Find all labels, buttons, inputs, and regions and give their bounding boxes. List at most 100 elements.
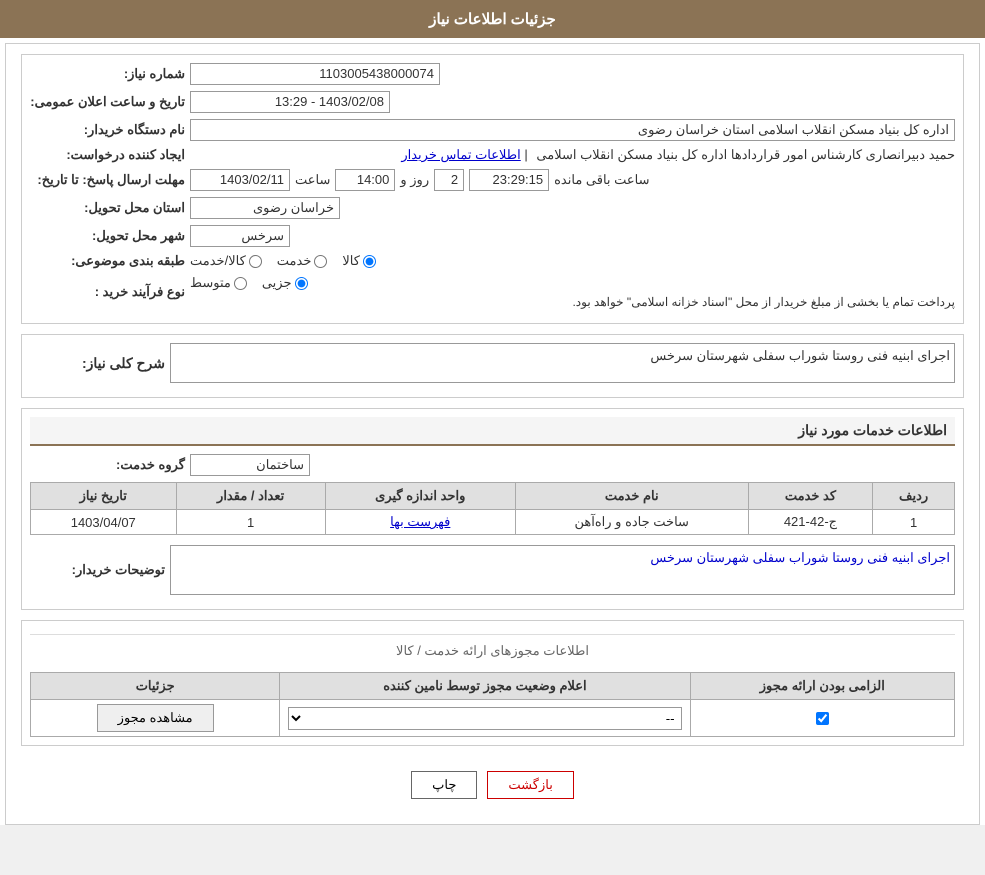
radio-kala: کالا xyxy=(342,253,376,269)
footer-buttons: بازگشت چاپ xyxy=(21,756,964,814)
mohlat-label: مهلت ارسال پاسخ: تا تاریخ: xyxy=(30,172,190,188)
radio-motavaset-input[interactable] xyxy=(234,277,247,290)
mohlat-row: مهلت ارسال پاسخ: تا تاریخ: 1403/02/11 سا… xyxy=(30,169,955,191)
ijad-label: ایجاد کننده درخواست: xyxy=(30,147,190,163)
namdastgah-label: نام دستگاه خریدار: xyxy=(30,122,190,138)
shomara-row: شماره نیاز: 1103005438000074 xyxy=(30,63,955,85)
ostan-value: خراسان رضوی xyxy=(190,197,340,219)
th-vahed: واحد اندازه گیری xyxy=(325,483,515,510)
radio-jazii-input[interactable] xyxy=(295,277,308,290)
cell-tedad: 1 xyxy=(176,510,325,535)
baqi-label: ساعت باقی مانده xyxy=(554,172,649,188)
rooz-label: روز و xyxy=(400,172,429,188)
radio-kala-khadamat-input[interactable] xyxy=(249,255,262,268)
tarikh-row: تاریخ و ساعت اعلان عمومی: 1403/02/08 - 1… xyxy=(30,91,955,113)
shomara-label: شماره نیاز: xyxy=(30,66,190,82)
sharh-label: شرح کلی نیاز: xyxy=(30,355,170,372)
table-row: 1 ج-42-421 ساخت جاده و راه‌آهن فهرست بها… xyxy=(31,510,955,535)
shomara-value: 1103005438000074 xyxy=(190,63,440,85)
namdastgah-row: نام دستگاه خریدار: اداره کل بنیاد مسکن ا… xyxy=(30,119,955,141)
print-button[interactable]: چاپ xyxy=(411,771,477,799)
tarikh-value: 1403/02/08 - 13:29 xyxy=(190,91,390,113)
baqi-box: 23:29:15 xyxy=(469,169,549,191)
jazii-label: جزیی xyxy=(262,275,292,291)
cell-nam: ساخت جاده و راه‌آهن xyxy=(515,510,748,535)
th-nam: نام خدمت xyxy=(515,483,748,510)
radio-motavaset: متوسط xyxy=(190,275,247,291)
page-wrapper: جزئیات اطلاعات نیاز شماره نیاز: 11030054… xyxy=(0,0,985,825)
nooe-radio-group: متوسط جزیی xyxy=(190,275,955,291)
kala-khadamat-label: کالا/خدمت xyxy=(190,253,246,269)
basic-info-section: شماره نیاز: 1103005438000074 تاریخ و ساع… xyxy=(21,54,964,324)
th-radif: ردیف xyxy=(873,483,955,510)
shahr-row: شهر محل تحویل: سرخس xyxy=(30,225,955,247)
motavaset-label: متوسط xyxy=(190,275,231,291)
main-content: شماره نیاز: 1103005438000074 تاریخ و ساع… xyxy=(5,43,980,825)
tozihat-row: توضیحات خریدار: اجرای ابنیه فنی روستا شو… xyxy=(30,545,955,595)
th-vaziat: اعلام وضعیت مجوز توسط نامین کننده xyxy=(280,673,690,700)
tabaqe-row: طبقه بندی موضوعی: کالا/خدمت خدمت کالا xyxy=(30,253,955,269)
tozihat-value: اجرای ابنیه فنی روستا شوراب سفلی شهرستان… xyxy=(170,545,955,595)
saaat-box: 14:00 xyxy=(335,169,395,191)
nooe-note: پرداخت تمام یا بخشی از مبلغ خریدار از مح… xyxy=(190,295,955,309)
khadamat-label: خدمت xyxy=(277,253,312,269)
saaat-label: ساعت xyxy=(295,172,330,188)
sharh-section: شرح کلی نیاز: اجرای ابنیه فنی روستا شورا… xyxy=(21,334,964,398)
khadamat-table: ردیف کد خدمت نام خدمت واحد اندازه گیری ت… xyxy=(30,482,955,535)
mojooz-row: -- مشاهده مجوز xyxy=(31,700,955,737)
mojooz-section: اطلاعات مجوزهای ارائه خدمت / کالا الزامی… xyxy=(21,620,964,746)
radio-khadamat: خدمت xyxy=(277,253,328,269)
rooz-box: 2 xyxy=(434,169,464,191)
mojooz-divider: اطلاعات مجوزهای ارائه خدمت / کالا xyxy=(30,634,955,667)
khadamat-section: اطلاعات خدمات مورد نیاز گروه خدمت: ساختم… xyxy=(21,408,964,610)
cell-vahed: فهرست بها xyxy=(325,510,515,535)
namdastgah-value: اداره کل بنیاد مسکن انقلاب اسلامی استان … xyxy=(190,119,955,141)
mojooz-table: الزامی بودن ارائه مجوز اعلام وضعیت مجوز … xyxy=(30,672,955,737)
back-button[interactable]: بازگشت xyxy=(487,771,573,799)
th-tedad: تعداد / مقدار xyxy=(176,483,325,510)
ostan-label: استان محل تحویل: xyxy=(30,200,190,216)
elzami-cell xyxy=(690,700,954,737)
mojooz-header-row: الزامی بودن ارائه مجوز اعلام وضعیت مجوز … xyxy=(31,673,955,700)
kala-label: کالا xyxy=(342,253,360,269)
tabaqe-label: طبقه بندی موضوعی: xyxy=(30,253,190,269)
cell-kod: ج-42-421 xyxy=(748,510,873,535)
elzami-checkbox-wrapper xyxy=(699,712,946,725)
sharh-value: اجرای ابنیه فنی روستا شوراب سفلی شهرستان… xyxy=(170,343,955,383)
ostan-row: استان محل تحویل: خراسان رضوی xyxy=(30,197,955,219)
ijad-row: ایجاد کننده درخواست: حمید دبیرانصاری کار… xyxy=(30,147,955,163)
ijad-value: حمید دبیرانصاری کارشناس امور قراردادها ا… xyxy=(536,147,955,162)
radio-kala-khadamat: کالا/خدمت xyxy=(190,253,262,269)
header-title: جزئیات اطلاعات نیاز xyxy=(429,11,556,28)
vaziat-cell: -- xyxy=(280,700,690,737)
radio-kala-input[interactable] xyxy=(363,255,376,268)
cell-radif: 1 xyxy=(873,510,955,535)
th-tarikh: تاریخ نیاز xyxy=(31,483,177,510)
date1-box: 1403/02/11 xyxy=(190,169,290,191)
radio-jazii: جزیی xyxy=(262,275,308,291)
mojooz-view-button[interactable]: مشاهده مجوز xyxy=(97,704,214,732)
th-elzami: الزامی بودن ارائه مجوز xyxy=(690,673,954,700)
th-kod: کد خدمت xyxy=(748,483,873,510)
grooh-label: گروه خدمت: xyxy=(30,457,190,473)
radio-khadamat-input[interactable] xyxy=(314,255,327,268)
shahr-value: سرخس xyxy=(190,225,290,247)
shahr-label: شهر محل تحویل: xyxy=(30,228,190,244)
grooh-row: گروه خدمت: ساختمان xyxy=(30,454,955,476)
khadamat-title: اطلاعات خدمات مورد نیاز xyxy=(30,417,955,446)
elzami-checkbox[interactable] xyxy=(816,712,829,725)
table-header-row: ردیف کد خدمت نام خدمت واحد اندازه گیری ت… xyxy=(31,483,955,510)
nooe-label: نوع فرآیند خرید : xyxy=(30,284,190,300)
grooh-value: ساختمان xyxy=(190,454,310,476)
ijad-link[interactable]: اطلاعات تماس خریدار xyxy=(401,147,520,162)
tabaqe-radio-group: کالا/خدمت خدمت کالا xyxy=(190,253,376,269)
th-joziyat: جزئیات xyxy=(31,673,280,700)
tozihat-label: توضیحات خریدار: xyxy=(30,562,170,578)
cell-tarikh: 1403/04/07 xyxy=(31,510,177,535)
sharh-row: شرح کلی نیاز: اجرای ابنیه فنی روستا شورا… xyxy=(30,343,955,383)
joziyat-cell: مشاهده مجوز xyxy=(31,700,280,737)
page-header: جزئیات اطلاعات نیاز xyxy=(0,0,985,38)
vaziat-select[interactable]: -- xyxy=(288,707,681,730)
nooe-row: نوع فرآیند خرید : متوسط جزیی پرداخت تمام… xyxy=(30,275,955,309)
tarikh-label: تاریخ و ساعت اعلان عمومی: xyxy=(30,94,190,110)
